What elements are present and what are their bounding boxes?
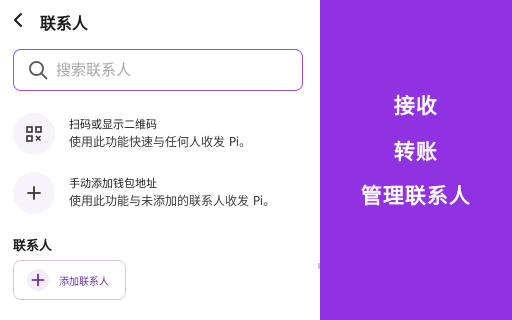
manual-add-option[interactable]: 手动添加钱包地址 使用此功能与未添加的联系人收发 Pi。	[13, 172, 308, 218]
header: 联系人	[0, 0, 320, 40]
plus-icon-container	[13, 172, 55, 214]
plus-icon	[31, 273, 45, 287]
option-title: 扫码或显示二维码	[69, 118, 157, 131]
add-contact-button[interactable]: 添加联系人	[13, 260, 126, 300]
plus-icon	[27, 186, 41, 200]
add-contact-icon-container	[27, 269, 49, 291]
contacts-pane: 联系人 扫码或显示二维码 使用此功能快速与任何人收发 Pi。	[0, 0, 320, 320]
option-title: 手动添加钱包地址	[69, 177, 157, 190]
option-description: 使用此功能与未添加的联系人收发 Pi。	[69, 194, 276, 208]
qr-icon-container	[13, 113, 55, 155]
option-description: 使用此功能快速与任何人收发 Pi。	[69, 135, 252, 149]
chevron-left-icon[interactable]	[10, 11, 28, 29]
feature-manage-contacts: 管理联系人	[361, 184, 471, 208]
add-contact-label: 添加联系人	[59, 277, 109, 288]
scan-qr-option[interactable]: 扫码或显示二维码 使用此功能快速与任何人收发 Pi。	[13, 113, 308, 159]
search-input[interactable]	[56, 50, 291, 89]
feature-transfer: 转账	[394, 140, 438, 164]
feature-receive: 接收	[394, 94, 438, 118]
qr-code-icon	[26, 126, 42, 142]
app-window: 联系人 扫码或显示二维码 使用此功能快速与任何人收发 Pi。	[0, 0, 512, 320]
feature-panel: 接收 转账 管理联系人	[320, 0, 512, 320]
page-title: 联系人	[40, 14, 89, 33]
contacts-section-title: 联系人	[13, 239, 53, 254]
search-box[interactable]	[13, 49, 303, 91]
search-icon	[29, 61, 48, 80]
